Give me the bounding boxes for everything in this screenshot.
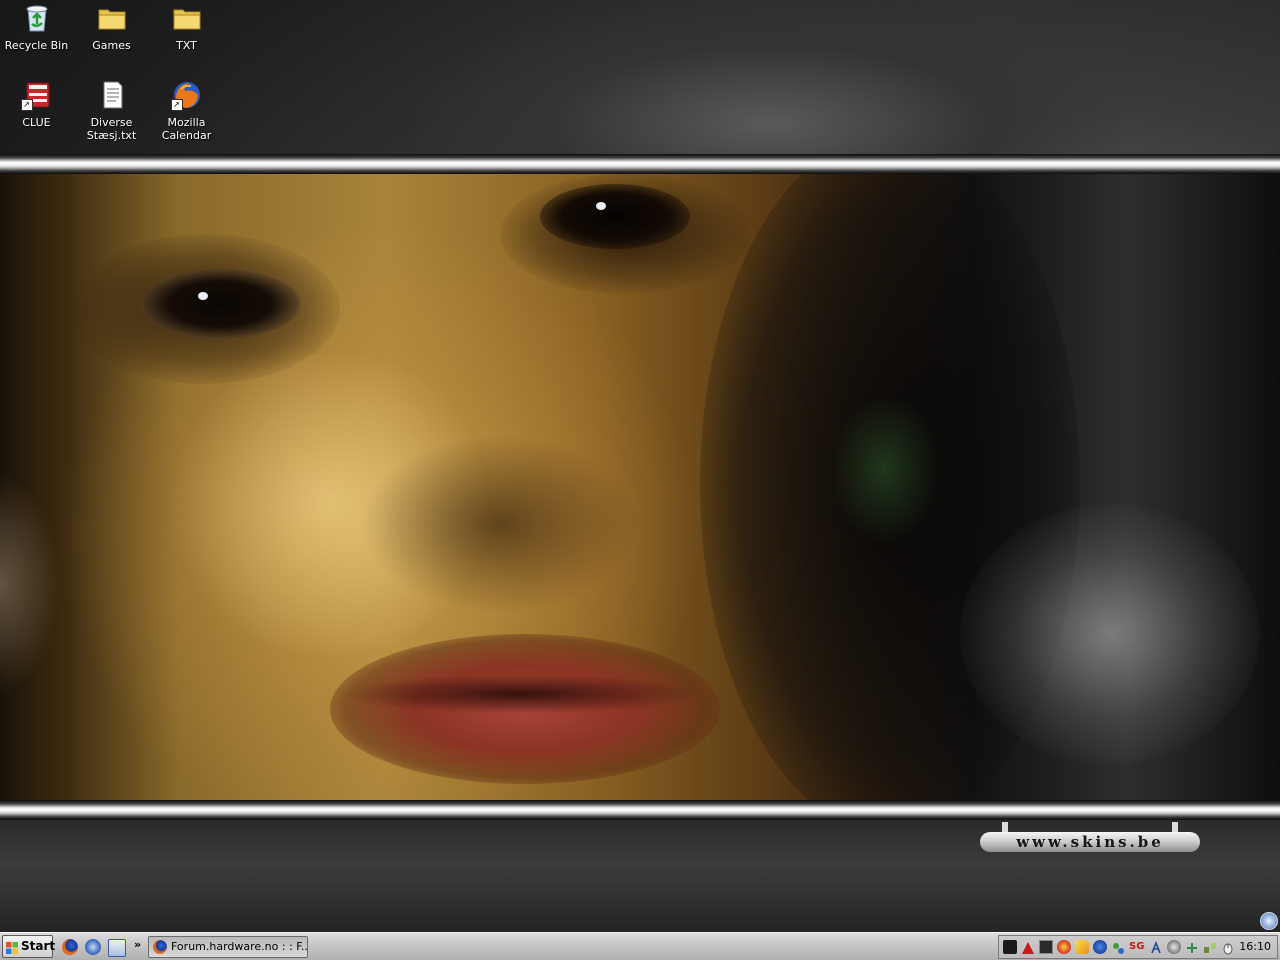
firefox-icon — [153, 940, 167, 954]
settings-icon[interactable] — [1149, 940, 1163, 954]
mouse-icon[interactable] — [1221, 940, 1235, 955]
icon-label: TXT — [176, 39, 197, 52]
network-icon[interactable] — [1111, 940, 1125, 954]
skins-watermark: www.skins.be — [980, 822, 1200, 854]
connection-icon[interactable] — [1203, 940, 1217, 954]
quicklaunch-chevron-icon[interactable]: » — [134, 938, 141, 951]
desktop-icon-clue[interactable]: ↗ CLUE — [0, 79, 74, 129]
wallpaper-chrome-bar-bottom — [0, 800, 1280, 820]
desktop-icon-games[interactable]: Games — [74, 2, 149, 52]
start-label: Start — [21, 939, 56, 953]
folder-icon — [171, 2, 203, 34]
taskbar-button-firefox[interactable]: Forum.hardware.no : : F... — [148, 936, 308, 958]
desktop-icon-diverse-staesj[interactable]: Diverse Stæsj.txt — [74, 79, 149, 142]
shortcut-arrow-icon: ↗ — [20, 99, 33, 111]
wallpaper-photo — [0, 174, 1280, 800]
system-tray: SG 16:10 — [998, 935, 1278, 959]
quicklaunch-firefox-icon[interactable] — [62, 939, 78, 955]
start-button[interactable]: Start — [2, 935, 56, 958]
antivirus-icon[interactable] — [1057, 940, 1071, 954]
sg-icon[interactable]: SG — [1129, 940, 1144, 954]
sync-icon[interactable] — [1185, 940, 1199, 954]
audio-icon[interactable] — [1167, 940, 1181, 954]
icon-label: Mozilla Calendar — [161, 116, 212, 142]
folder-icon — [96, 2, 128, 34]
messenger-icon[interactable] — [1093, 940, 1107, 954]
desktop[interactable]: www.skins.be Recycle Bin Games TXT ↗ CLU… — [0, 0, 1280, 932]
clue-shortcut-icon: ↗ — [20, 79, 53, 111]
watermark-text: www.skins.be — [980, 832, 1200, 852]
taskbar-button-label: Forum.hardware.no : : F... — [171, 940, 308, 953]
desktop-icon-mozilla-calendar[interactable]: ↗ Mozilla Calendar — [149, 79, 224, 142]
quicklaunch-thunderbird-icon[interactable] — [85, 939, 101, 955]
monitor-icon[interactable] — [1039, 940, 1053, 954]
desktop-corner-button[interactable] — [1260, 912, 1278, 930]
icon-label: CLUE — [22, 116, 51, 129]
desktop-icon-recycle-bin[interactable]: Recycle Bin — [0, 2, 74, 52]
steam-icon[interactable] — [1003, 940, 1017, 954]
shortcut-arrow-icon: ↗ — [170, 99, 183, 111]
firefox-shortcut-icon: ↗ — [170, 79, 203, 111]
icon-label: Games — [92, 39, 131, 52]
desktop-icon-txt[interactable]: TXT — [149, 2, 224, 52]
text-file-icon — [96, 79, 128, 111]
wallpaper-shade-top — [420, 0, 1120, 155]
icon-label: Diverse Stæsj.txt — [86, 116, 137, 142]
acrobat-icon[interactable] — [1021, 940, 1035, 954]
windows-logo-icon — [6, 940, 18, 954]
wallpaper-chrome-bar-top — [0, 154, 1280, 174]
clock[interactable]: 16:10 — [1239, 940, 1271, 953]
quicklaunch-calendar-icon[interactable] — [108, 939, 126, 957]
icon-label: Recycle Bin — [4, 39, 69, 52]
recycle-bin-icon — [21, 2, 53, 34]
taskbar: Start » Forum.hardware.no : : F... SG 16… — [0, 932, 1280, 960]
chat-icon[interactable] — [1075, 940, 1089, 954]
